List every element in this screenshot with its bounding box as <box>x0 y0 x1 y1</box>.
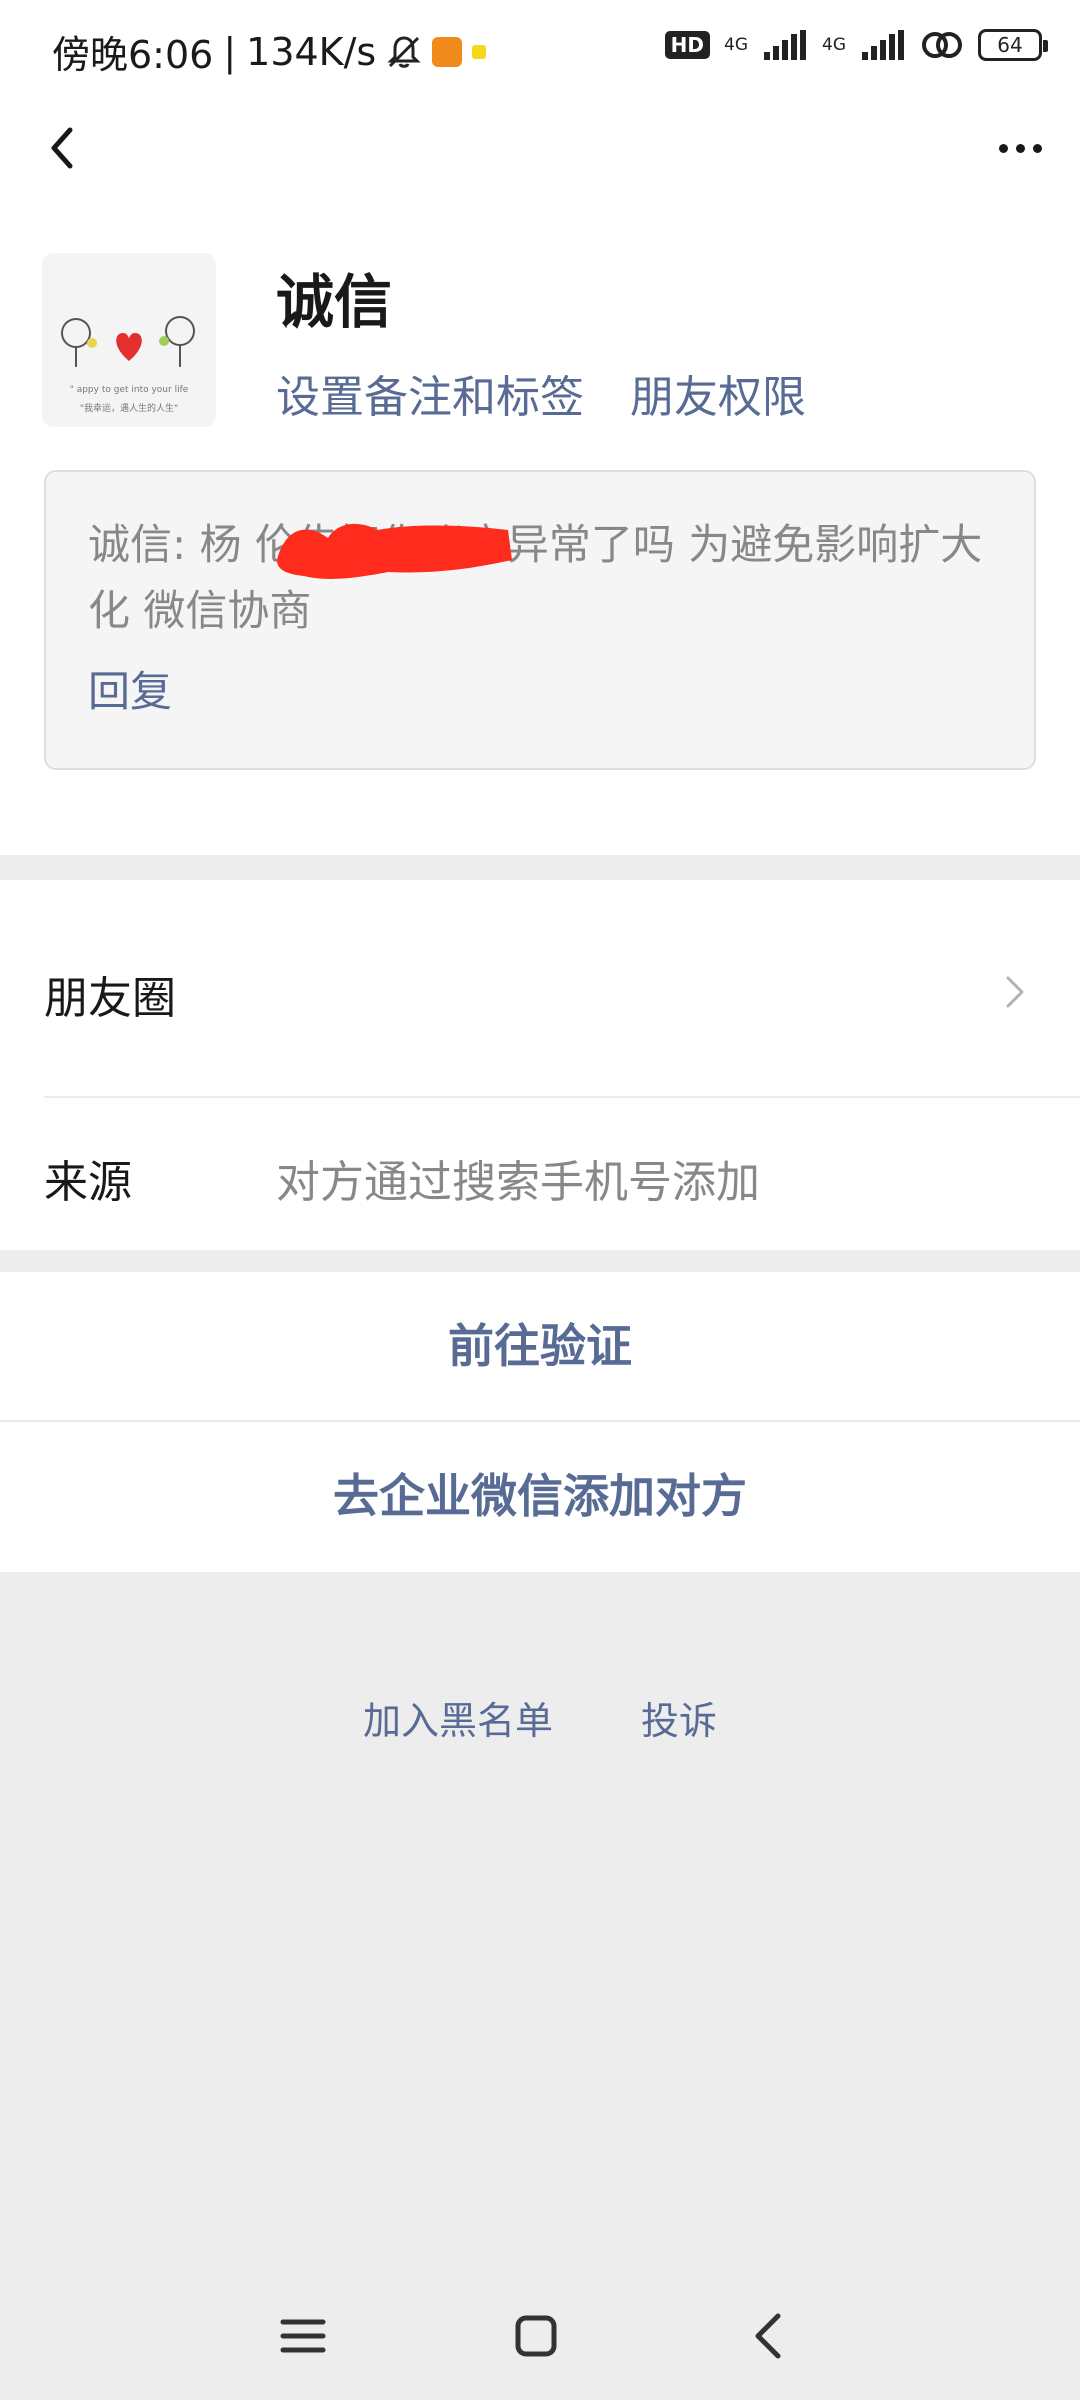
back-button[interactable] <box>34 118 94 178</box>
blacklist-link[interactable]: 加入黑名单 <box>363 1690 553 1745</box>
verify-button[interactable]: 前往验证 <box>0 1272 1080 1420</box>
set-remark-link[interactable]: 设置备注和标签 <box>276 361 584 425</box>
status-time: 傍晚6:06 <box>52 33 214 77</box>
redaction-mark <box>277 523 512 579</box>
more-button[interactable] <box>988 128 1052 168</box>
status-right: HD 4G 4G 64 <box>664 28 1048 62</box>
footer-links: 加入黑名单 投诉 <box>0 1690 1080 1745</box>
chevron-right-icon <box>1006 976 1024 1008</box>
battery-icon: 64 <box>978 29 1048 61</box>
avatar[interactable]: " appy to get into your life "我幸运，遇人生的人生… <box>42 253 216 427</box>
chevron-left-icon <box>51 127 73 169</box>
avatar-caption: "我幸运，遇人生的人生" <box>79 404 179 414</box>
more-dot-icon <box>1015 143 1025 153</box>
source-value: 对方通过搜索手机号添加 <box>276 1157 760 1208</box>
moments-row[interactable]: 朋友圈 <box>0 880 1080 1096</box>
avatar-caption: " appy to get into your life <box>69 385 189 395</box>
network-label-2: 4G <box>822 35 846 55</box>
network-label: 4G <box>724 35 748 55</box>
status-left: 傍晚6:06 | 134K/s <box>52 24 487 79</box>
enterprise-add-button[interactable]: 去企业微信添加对方 <box>0 1422 1080 1570</box>
profile-links: 设置备注和标签 朋友权限 <box>276 361 806 425</box>
action-section: 前往验证 去企业微信添加对方 <box>0 1272 1080 1572</box>
system-nav-bar <box>0 2270 1080 2400</box>
verification-message: 诚信: 杨 伦告知你账户异常了吗 为避免影响扩大化 微信协商 <box>88 520 983 635</box>
more-dot-icon <box>998 143 1008 153</box>
info-section: 朋友圈 来源 对方通过搜索手机号添加 <box>0 880 1080 1250</box>
link-icon <box>922 32 962 58</box>
more-dot-icon <box>1032 143 1042 153</box>
moments-label: 朋友圈 <box>44 973 176 1024</box>
contact-name: 诚信 <box>276 268 393 336</box>
row-divider <box>44 1096 1080 1098</box>
top-nav <box>0 100 1080 235</box>
back-nav-icon[interactable] <box>740 2306 800 2366</box>
app-notification-icon-small <box>472 44 487 59</box>
signal-icon-2 <box>862 30 904 60</box>
reply-link[interactable]: 回复 <box>88 658 172 719</box>
status-bar: 傍晚6:06 | 134K/s HD 4G 4G 64 <box>0 0 1080 100</box>
report-link[interactable]: 投诉 <box>641 1690 717 1745</box>
menu-icon[interactable] <box>273 2306 333 2366</box>
source-label: 来源 <box>44 1157 132 1208</box>
profile-card: " appy to get into your life "我幸运，遇人生的人生… <box>0 235 1080 855</box>
bell-off-icon <box>387 35 421 68</box>
verification-message-box: 诚信: 杨 伦告知你账户异常了吗 为避免影响扩大化 微信协商 回复 <box>44 470 1036 770</box>
hd-badge: HD <box>664 31 710 59</box>
home-icon[interactable] <box>506 2306 566 2366</box>
friend-permission-link[interactable]: 朋友权限 <box>630 361 806 425</box>
status-separator: | <box>223 29 237 74</box>
app-notification-icon <box>432 36 463 67</box>
signal-icon <box>764 30 806 60</box>
status-speed: 134K/s <box>246 29 377 74</box>
